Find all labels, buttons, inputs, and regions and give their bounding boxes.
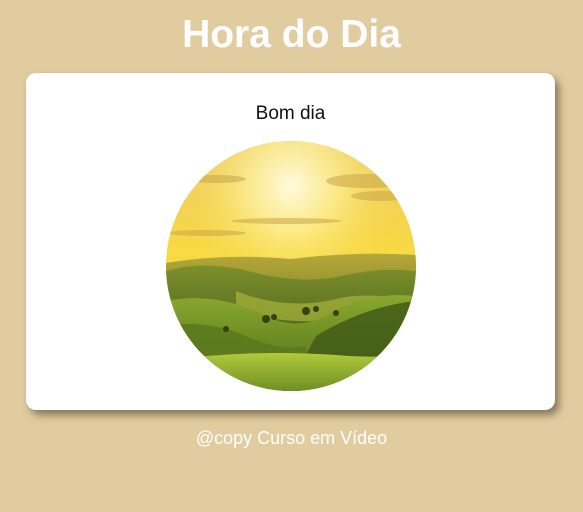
greeting-text: Bom dia [255,103,326,124]
content-card: Bom dia [26,73,555,410]
page-title: Hora do Dia [182,13,401,56]
morning-landscape-image [166,141,416,391]
footer-copyright: @copy Curso em Vídeo [195,428,388,448]
